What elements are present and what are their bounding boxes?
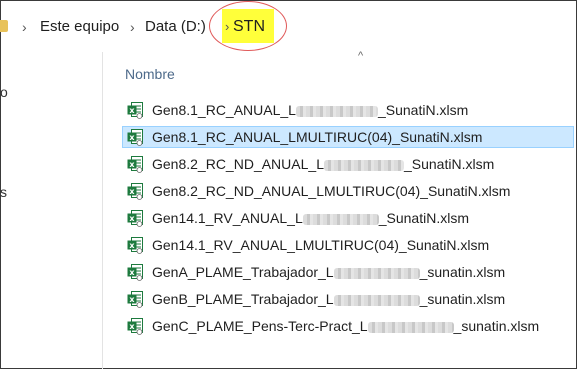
excel-macro-icon: x bbox=[127, 318, 143, 335]
file-name: GenB_PLAME_Trabajador_L _sunatin.xlsm bbox=[152, 291, 505, 307]
sort-ascending-icon: ^ bbox=[358, 50, 364, 62]
file-name-prefix: Gen8.1_RC_ANUAL_LMULTIRUC(04)_SunatiN.xl… bbox=[152, 129, 483, 145]
file-row[interactable]: x Gen14.1_RV_ANUAL_L _SunatiN.xlsm bbox=[122, 207, 574, 229]
file-name-prefix: Gen14.1_RV_ANUAL_LMULTIRUC(04)_SunatiN.x… bbox=[152, 237, 490, 253]
excel-macro-icon: x bbox=[127, 264, 143, 281]
file-row[interactable]: x GenB_PLAME_Trabajador_L _sunatin.xlsm bbox=[122, 288, 574, 310]
excel-macro-icon: x bbox=[127, 291, 143, 308]
excel-macro-icon: x bbox=[127, 156, 143, 173]
file-name-prefix: Gen8.2_RC_ND_ANUAL_LMULTIRUC(04)_SunatiN… bbox=[152, 183, 511, 199]
excel-macro-icon: x bbox=[127, 129, 143, 146]
chevron-right-icon: › bbox=[130, 19, 135, 35]
redacted-text bbox=[302, 213, 379, 225]
svg-text:x: x bbox=[129, 187, 135, 196]
file-row[interactable]: x Gen8.2_RC_ND_ANUAL_LMULTIRUC(04)_Sunati… bbox=[122, 180, 574, 202]
svg-text:x: x bbox=[129, 106, 135, 115]
file-name-suffix: _SunatiN.xlsm bbox=[378, 210, 469, 226]
file-name: GenC_PLAME_Pens-Terc-Pract_L _sunatin.xls… bbox=[152, 318, 539, 334]
file-row[interactable]: x GenC_PLAME_Pens-Terc-Pract_L _sunatin.xl… bbox=[122, 315, 574, 337]
redacted-text bbox=[333, 267, 420, 279]
file-name-suffix: _sunatin.xlsm bbox=[419, 291, 506, 307]
pane-divider[interactable] bbox=[102, 52, 103, 369]
excel-macro-icon: x bbox=[127, 102, 143, 119]
redacted-text bbox=[333, 294, 420, 306]
file-name: Gen8.1_RC_ANUAL_L _SunatiN.xlsm bbox=[152, 102, 468, 118]
file-name-prefix: Gen14.1_RV_ANUAL_L bbox=[152, 210, 303, 226]
file-name: GenA_PLAME_Trabajador_L _sunatin.xlsm bbox=[152, 264, 505, 280]
chevron-right-icon: › bbox=[22, 19, 27, 35]
file-name-suffix: _sunatin.xlsm bbox=[419, 264, 506, 280]
file-name: Gen8.1_RC_ANUAL_LMULTIRUC(04)_SunatiN.xl… bbox=[152, 129, 482, 145]
file-name-prefix: Gen8.2_RC_ND_ANUAL_L bbox=[152, 156, 324, 172]
file-name-suffix: _SunatiN.xlsm bbox=[403, 156, 495, 172]
column-header-nombre[interactable]: Nombre bbox=[125, 66, 175, 82]
file-name: Gen14.1_RV_ANUAL_LMULTIRUC(04)_SunatiN.x… bbox=[152, 237, 489, 253]
file-name-suffix: _SunatiN.xlsm bbox=[377, 102, 469, 118]
svg-text:x: x bbox=[129, 160, 135, 169]
file-row[interactable]: x Gen8.2_RC_ND_ANUAL_L _SunatiN.xlsm bbox=[122, 153, 574, 175]
excel-macro-icon: x bbox=[127, 210, 143, 227]
nav-pane-fragment[interactable]: o bbox=[0, 84, 8, 100]
svg-text:x: x bbox=[129, 268, 135, 277]
file-row[interactable]: x GenA_PLAME_Trabajador_L _sunatin.xlsm bbox=[122, 261, 574, 283]
redacted-text bbox=[367, 321, 454, 333]
file-name-prefix: GenC_PLAME_Pens-Terc-Pract_L bbox=[152, 318, 368, 334]
svg-text:x: x bbox=[129, 295, 135, 304]
redacted-text bbox=[323, 159, 404, 171]
breadcrumb-este-equipo[interactable]: Este equipo bbox=[40, 18, 119, 35]
file-name-suffix: _sunatin.xlsm bbox=[453, 318, 540, 334]
file-row[interactable]: x Gen14.1_RV_ANUAL_LMULTIRUC(04)_SunatiN.… bbox=[122, 234, 574, 256]
svg-text:x: x bbox=[129, 214, 135, 223]
file-name: Gen8.2_RC_ND_ANUAL_L _SunatiN.xlsm bbox=[152, 156, 494, 172]
folder-icon bbox=[0, 20, 8, 32]
file-name: Gen8.2_RC_ND_ANUAL_LMULTIRUC(04)_SunatiN… bbox=[152, 183, 510, 199]
svg-text:x: x bbox=[129, 133, 135, 142]
file-name-prefix: GenA_PLAME_Trabajador_L bbox=[152, 264, 334, 280]
address-bar[interactable]: › Este equipo › Data (D:) › STN bbox=[0, 0, 577, 51]
file-row[interactable]: x Gen8.1_RC_ANUAL_LMULTIRUC(04)_SunatiN.x… bbox=[122, 126, 574, 148]
red-circle-annotation bbox=[209, 1, 287, 51]
file-name: Gen14.1_RV_ANUAL_L _SunatiN.xlsm bbox=[152, 210, 469, 226]
svg-text:x: x bbox=[129, 322, 135, 331]
file-name-prefix: Gen8.1_RC_ANUAL_L bbox=[152, 102, 296, 118]
excel-macro-icon: x bbox=[127, 183, 143, 200]
file-name-prefix: GenB_PLAME_Trabajador_L bbox=[152, 291, 334, 307]
excel-macro-icon: x bbox=[127, 237, 143, 254]
file-row[interactable]: x Gen8.1_RC_ANUAL_L _SunatiN.xlsm bbox=[122, 99, 574, 121]
redacted-text bbox=[295, 105, 378, 117]
breadcrumb-data-d[interactable]: Data (D:) bbox=[145, 18, 206, 35]
nav-pane-fragment[interactable]: s bbox=[0, 184, 7, 200]
svg-text:x: x bbox=[129, 241, 135, 250]
